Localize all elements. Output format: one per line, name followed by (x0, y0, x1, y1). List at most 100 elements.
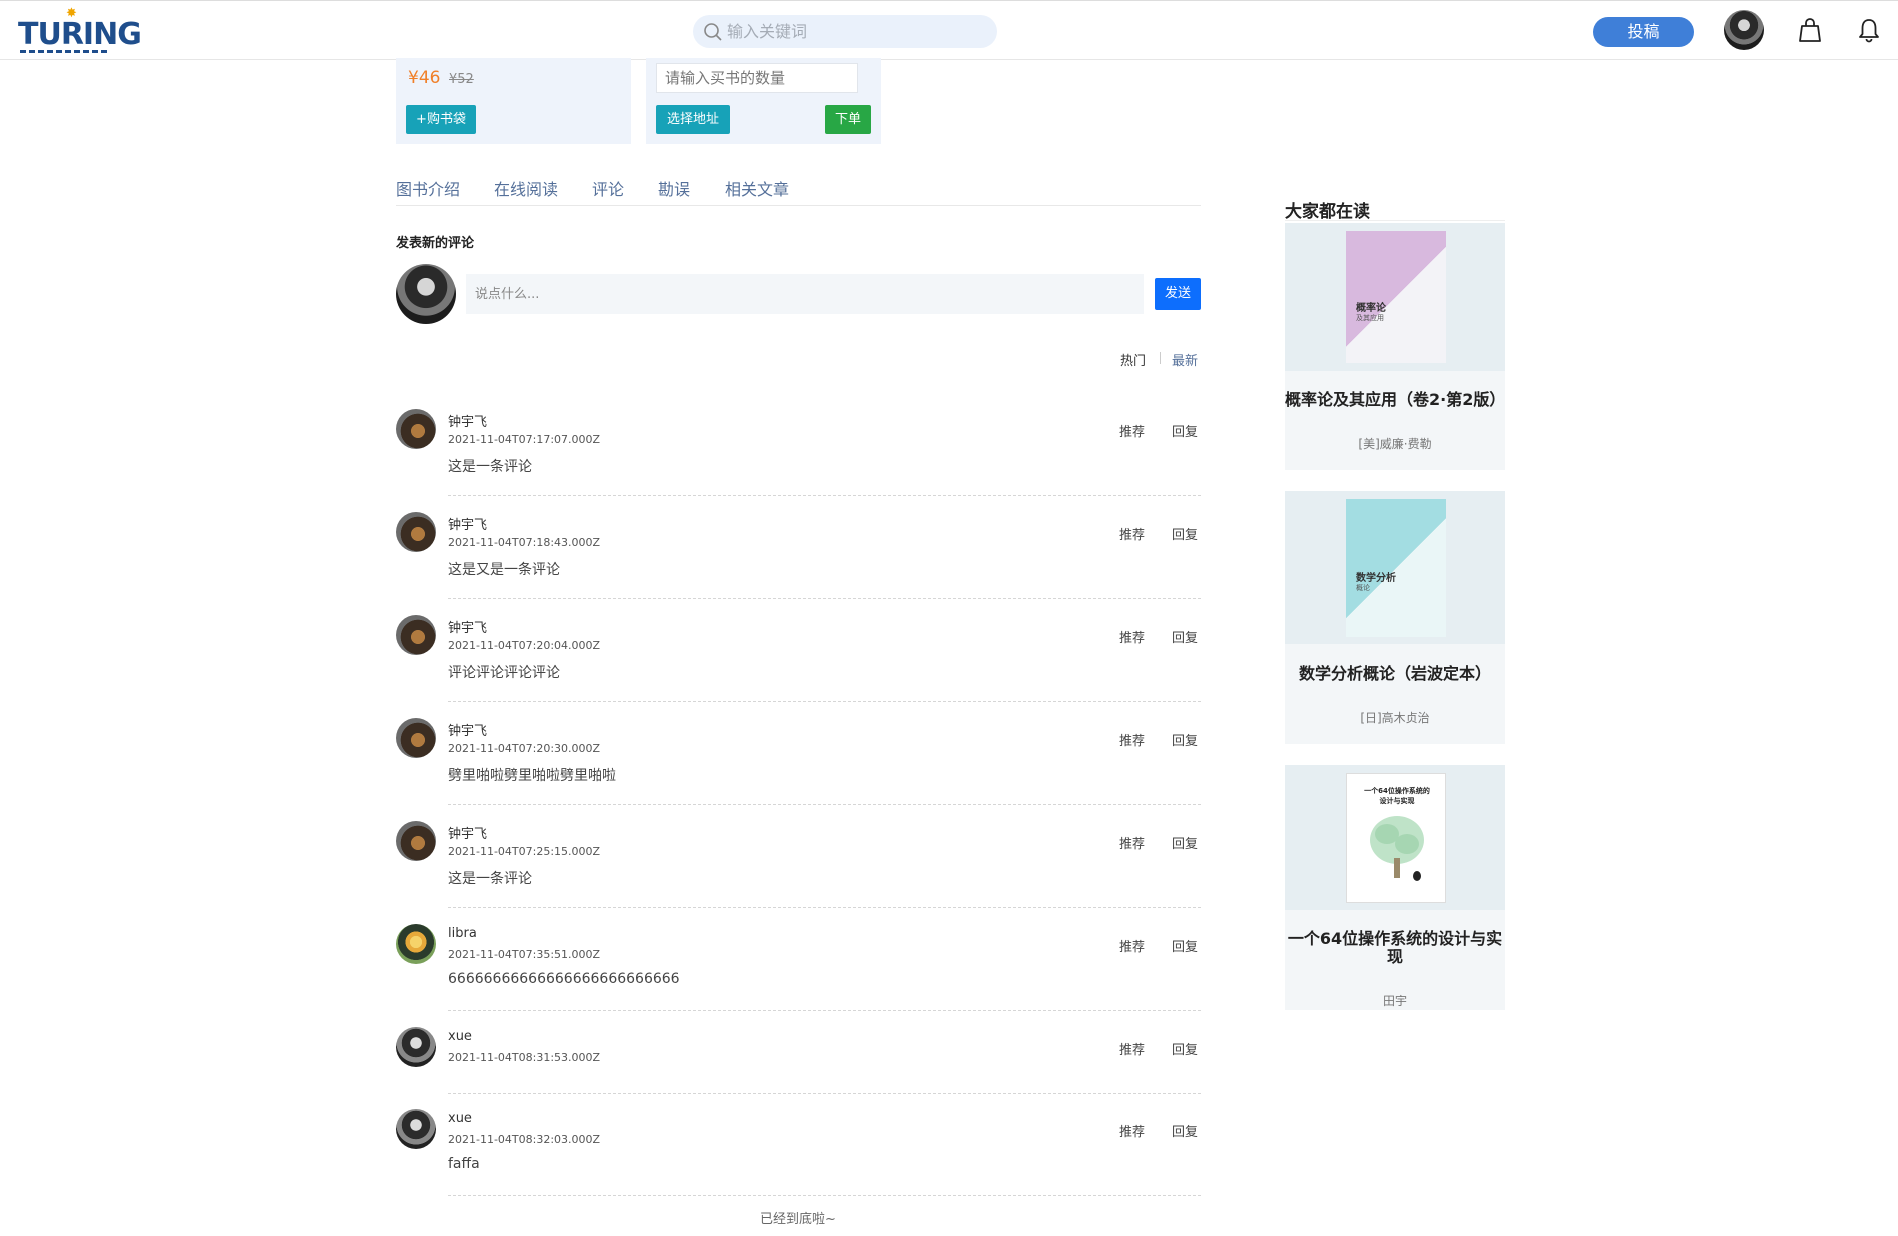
recommend-button[interactable]: 推荐 (1119, 1121, 1145, 1140)
search-box (693, 15, 997, 48)
comment-text: 评论评论评论评论 (448, 665, 560, 681)
comment-item: 钟宇飞 2021-11-04T07:20:30.000Z 劈里啪啦劈里啪啦劈里啪… (396, 718, 1201, 813)
comment-username[interactable]: 钟宇飞 (448, 411, 487, 430)
commenter-avatar[interactable] (396, 1027, 436, 1067)
book-author: 田宇 (1382, 994, 1407, 1008)
recommend-button[interactable]: 推荐 (1119, 936, 1145, 955)
book-card[interactable]: 数学分析 概论 数学分析概论（岩波定本） [日]高木贞治 (1285, 491, 1505, 744)
logo-text: TURING (18, 17, 142, 52)
sort-hot-link[interactable]: 热门 (1120, 350, 1146, 369)
comment-username[interactable]: xue (448, 1029, 472, 1044)
comment-divider (448, 1195, 1201, 1196)
place-order-button[interactable]: 下单 (825, 105, 871, 134)
turing-logo[interactable]: ✸ TURING (18, 7, 142, 53)
commenter-avatar[interactable] (396, 1109, 436, 1149)
recommend-button[interactable]: 推荐 (1119, 1039, 1145, 1058)
comment-item: 钟宇飞 2021-11-04T07:25:15.000Z 这是一条评论 推荐 回… (396, 821, 1201, 916)
select-address-button[interactable]: 选择地址 (656, 105, 730, 134)
book-author: [日]高木贞治 (1360, 711, 1430, 725)
recommend-button[interactable]: 推荐 (1119, 627, 1145, 646)
comment-text: 这是一条评论 (448, 871, 532, 887)
comment-divider (448, 804, 1201, 805)
commenter-avatar[interactable] (396, 409, 436, 449)
comment-username[interactable]: 钟宇飞 (448, 823, 487, 842)
tree-illustration (1370, 816, 1424, 881)
comment-item: 钟宇飞 2021-11-04T07:20:04.000Z 评论评论评论评论 推荐… (396, 615, 1201, 710)
shopping-bag-icon[interactable] (1798, 17, 1822, 43)
send-comment-button[interactable]: 发送 (1155, 278, 1201, 310)
book-cover-area: 一个64位操作系统的 设计与实现 (1285, 765, 1505, 910)
cover-title: 一个64位操作系统的 (1364, 787, 1430, 795)
comment-username[interactable]: xue (448, 1111, 472, 1126)
book-cover-area: 概率论 及其应用 (1285, 223, 1505, 371)
book-title[interactable]: 数学分析概论（岩波定本） (1285, 665, 1505, 683)
comment-username[interactable]: 钟宇飞 (448, 720, 487, 739)
book-author: [美]威廉·费勒 (1358, 437, 1432, 451)
comment-username[interactable]: 钟宇飞 (448, 617, 487, 636)
book-title[interactable]: 概率论及其应用（卷2·第2版） (1285, 391, 1505, 409)
commenter-avatar[interactable] (396, 924, 436, 964)
book-cover-image[interactable]: 数学分析 概论 (1346, 499, 1446, 637)
comment-divider (448, 1093, 1201, 1094)
recommend-button[interactable]: 推荐 (1119, 421, 1145, 440)
book-cover-image[interactable]: 概率论 及其应用 (1346, 231, 1446, 363)
comment-text: 这是一条评论 (448, 459, 532, 475)
book-cover-area: 数学分析 概论 (1285, 491, 1505, 644)
bell-icon[interactable] (1857, 17, 1881, 43)
comment-divider (448, 907, 1201, 908)
new-comment-title: 发表新的评论 (396, 236, 475, 251)
recommend-button[interactable]: 推荐 (1119, 524, 1145, 543)
tab-book-intro[interactable]: 图书介绍 (396, 176, 460, 200)
commenter-avatar[interactable] (396, 615, 436, 655)
add-to-bag-button[interactable]: +购书袋 (406, 105, 476, 134)
reply-button[interactable]: 回复 (1172, 833, 1198, 852)
tab-comments[interactable]: 评论 (592, 176, 624, 200)
tab-errata[interactable]: 勘误 (658, 176, 690, 200)
reply-button[interactable]: 回复 (1172, 936, 1198, 955)
tab-related-articles[interactable]: 相关文章 (725, 176, 789, 200)
comment-item: 钟宇飞 2021-11-04T07:17:07.000Z 这是一条评论 推荐 回… (396, 409, 1201, 504)
comment-text: 劈里啪啦劈里啪啦劈里啪啦 (448, 768, 616, 784)
current-price: ¥46 (408, 68, 441, 88)
reply-button[interactable]: 回复 (1172, 627, 1198, 646)
order-card: 选择地址 下单 (646, 58, 881, 144)
cover-title: 数学分析 (1356, 573, 1396, 584)
reply-button[interactable]: 回复 (1172, 421, 1198, 440)
comment-input[interactable] (466, 274, 1144, 314)
comment-text: 这是又是一条评论 (448, 562, 560, 578)
comment-username[interactable]: libra (448, 926, 477, 941)
book-card[interactable]: 一个64位操作系统的 设计与实现 一个64位操作系统的设计与实现 田宇 (1285, 765, 1505, 1010)
commenter-avatar[interactable] (396, 718, 436, 758)
comment-text: 66666666666666666666666666 (448, 971, 680, 987)
reply-button[interactable]: 回复 (1172, 524, 1198, 543)
book-tabs: 图书介绍 在线阅读 评论 勘误 相关文章 (396, 174, 1201, 206)
comment-username[interactable]: 钟宇飞 (448, 514, 487, 533)
commenter-avatar[interactable] (396, 821, 436, 861)
user-avatar[interactable] (1724, 10, 1764, 50)
popular-books-title: 大家都在读 (1285, 197, 1505, 222)
recommend-button[interactable]: 推荐 (1119, 833, 1145, 852)
book-card[interactable]: 概率论 及其应用 概率论及其应用（卷2·第2版） [美]威廉·费勒 (1285, 223, 1505, 470)
comment-item: 钟宇飞 2021-11-04T07:18:43.000Z 这是又是一条评论 推荐… (396, 512, 1201, 607)
reply-button[interactable]: 回复 (1172, 730, 1198, 749)
submit-article-button[interactable]: 投稿 (1593, 17, 1694, 47)
search-icon (704, 23, 722, 41)
reply-button[interactable]: 回复 (1172, 1039, 1198, 1058)
comment-timestamp: 2021-11-04T07:20:04.000Z (448, 639, 601, 652)
cover-subtitle: 设计与实现 (1379, 797, 1415, 805)
search-input[interactable] (727, 15, 987, 48)
comment-sort: 热门 最新 (1118, 350, 1202, 369)
quantity-input[interactable] (656, 63, 858, 93)
cover-subtitle: 及其应用 (1356, 314, 1384, 322)
tab-online-reading[interactable]: 在线阅读 (494, 176, 558, 200)
price-card: ¥46 ¥52 +购书袋 (396, 58, 631, 144)
comment-item: xue 2021-11-04T08:32:03.000Z faffa 推荐 回复 (396, 1109, 1201, 1204)
book-title[interactable]: 一个64位操作系统的设计与实现 (1285, 930, 1505, 966)
sort-newest-link[interactable]: 最新 (1172, 350, 1198, 369)
book-cover-image[interactable]: 一个64位操作系统的 设计与实现 (1346, 773, 1446, 903)
recommend-button[interactable]: 推荐 (1119, 730, 1145, 749)
commenter-avatar[interactable] (396, 512, 436, 552)
my-avatar (396, 264, 456, 324)
reply-button[interactable]: 回复 (1172, 1121, 1198, 1140)
comment-timestamp: 2021-11-04T07:20:30.000Z (448, 742, 601, 755)
